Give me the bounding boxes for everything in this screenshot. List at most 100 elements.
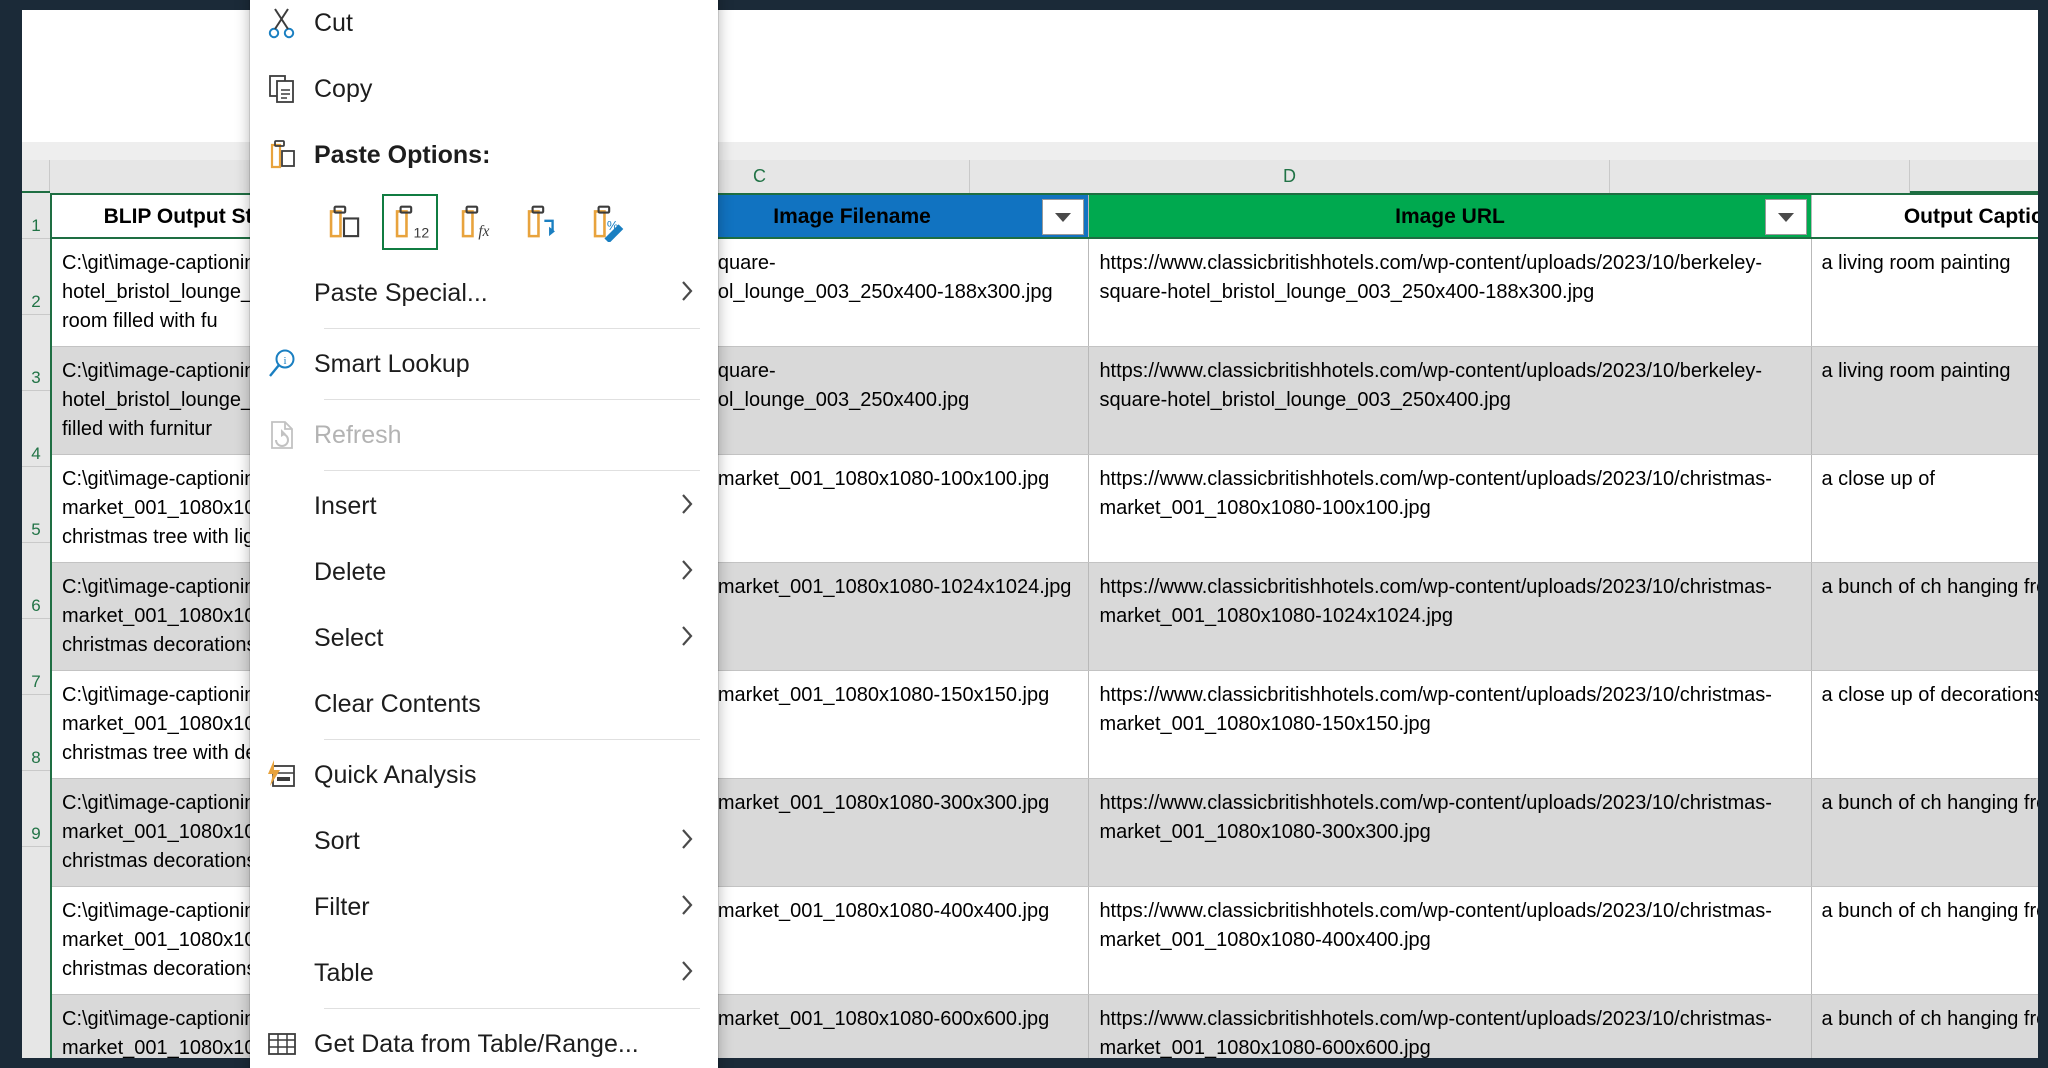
menu-item-label: Filter	[314, 893, 674, 922]
menu-item-delete[interactable]: Delete	[250, 539, 718, 605]
window-right-border	[2038, 0, 2048, 1068]
cell-caption[interactable]: a bunch of ch hanging from	[1811, 887, 2038, 995]
chevron-right-icon	[674, 278, 700, 308]
cell-url[interactable]: https://www.classicbritishhotels.com/wp-…	[1089, 779, 1811, 887]
cell-url[interactable]: https://www.classicbritishhotels.com/wp-…	[1089, 238, 1811, 347]
chevron-right-icon	[674, 958, 700, 988]
cell-caption[interactable]: a close up of decorations	[1811, 671, 2038, 779]
row-number[interactable]: 3	[22, 315, 50, 391]
menu-item-paste-options[interactable]: Paste Options:	[250, 122, 718, 188]
svg-text:fx: fx	[478, 223, 489, 240]
paste-options-row: 123 fx%	[250, 188, 718, 260]
cell-caption[interactable]: a living room painting	[1811, 347, 2038, 455]
row-number[interactable]: 7	[22, 619, 50, 695]
column-header-output-caption[interactable]: Output Caption	[1811, 194, 2038, 238]
menu-item-label: Select	[314, 624, 674, 653]
menu-item-label: Smart Lookup	[314, 350, 700, 379]
svg-text:i: i	[283, 355, 286, 367]
no-icon	[250, 671, 314, 737]
menu-item-table[interactable]: Table	[250, 940, 718, 1006]
menu-item-label: Cut	[314, 9, 700, 38]
menu-item-label: Quick Analysis	[314, 761, 700, 790]
chevron-right-icon	[674, 623, 700, 653]
window-left-border	[0, 0, 22, 1068]
cell-url[interactable]: https://www.classicbritishhotels.com/wp-…	[1089, 995, 1811, 1059]
paste-transpose-icon[interactable]	[514, 194, 570, 250]
filter-dropdown-button-image-url[interactable]	[1765, 199, 1807, 235]
get-data-icon	[250, 1011, 314, 1068]
menu-item-refresh: Refresh	[250, 402, 718, 468]
chevron-right-icon	[674, 826, 700, 856]
menu-item-get-data-from-table-range[interactable]: Get Data from Table/Range...	[250, 1011, 718, 1068]
filter-dropdown-button-image-filename[interactable]	[1042, 199, 1084, 235]
menu-item-smart-lookup[interactable]: i Smart Lookup	[250, 331, 718, 397]
menu-item-clear-contents[interactable]: Clear Contents	[250, 671, 718, 737]
menu-item-paste-special[interactable]: Paste Special...	[250, 260, 718, 326]
no-icon	[250, 260, 314, 326]
row-number[interactable]: 4	[22, 391, 50, 467]
cell-caption[interactable]: a close up of	[1811, 455, 2038, 563]
paste-formatting-icon[interactable]: %	[580, 194, 636, 250]
copy-icon	[250, 56, 314, 122]
menu-item-cut[interactable]: Cut	[250, 0, 718, 56]
row-number[interactable]: 6	[22, 543, 50, 619]
menu-item-label: Delete	[314, 558, 674, 587]
menu-item-quick-analysis[interactable]: Quick Analysis	[250, 742, 718, 808]
menu-separator	[324, 470, 700, 471]
menu-item-label: Sort	[314, 827, 674, 856]
menu-item-label: Paste Options:	[314, 141, 700, 170]
scissors-icon	[250, 0, 314, 56]
row-number[interactable]: 9	[22, 771, 50, 847]
cell-url[interactable]: https://www.classicbritishhotels.com/wp-…	[1089, 347, 1811, 455]
svg-text:123: 123	[414, 224, 430, 240]
row-number[interactable]: 2	[22, 239, 50, 315]
menu-item-label: Get Data from Table/Range...	[314, 1030, 700, 1059]
menu-item-filter[interactable]: Filter	[250, 874, 718, 940]
menu-item-label: Copy	[314, 75, 700, 104]
chevron-right-icon	[674, 557, 700, 587]
column-header-label: Output Caption	[1904, 205, 2038, 228]
context-menu[interactable]: Cut Copy Paste Options: 123 fx% Paste Special…	[250, 0, 718, 1068]
menu-item-sort[interactable]: Sort	[250, 808, 718, 874]
column-letter-header[interactable]: D	[970, 160, 1610, 193]
row-number[interactable]: 8	[22, 695, 50, 771]
no-icon	[250, 940, 314, 1006]
no-icon	[250, 473, 314, 539]
paste-all-icon[interactable]	[316, 194, 372, 250]
cell-url[interactable]: https://www.classicbritishhotels.com/wp-…	[1089, 563, 1811, 671]
paste-formulas-fx-icon[interactable]: fx	[448, 194, 504, 250]
menu-item-label: Paste Special...	[314, 279, 674, 308]
menu-separator	[324, 1008, 700, 1009]
no-icon	[250, 539, 314, 605]
no-icon	[250, 874, 314, 940]
smart-lookup-icon: i	[250, 331, 314, 397]
cell-url[interactable]: https://www.classicbritishhotels.com/wp-…	[1089, 671, 1811, 779]
cell-url[interactable]: https://www.classicbritishhotels.com/wp-…	[1089, 455, 1811, 563]
menu-item-copy[interactable]: Copy	[250, 56, 718, 122]
menu-separator	[324, 739, 700, 740]
clipboard-icon	[250, 122, 314, 188]
column-header-image-url[interactable]: Image URL	[1089, 194, 1811, 238]
select-all-corner[interactable]	[22, 160, 50, 191]
chevron-right-icon	[674, 491, 700, 521]
paste-values-123-icon[interactable]: 123	[382, 194, 438, 250]
chevron-right-icon	[674, 892, 700, 922]
cell-caption[interactable]: a bunch of ch hanging from	[1811, 779, 2038, 887]
menu-item-select[interactable]: Select	[250, 605, 718, 671]
menu-separator	[324, 399, 700, 400]
cell-caption[interactable]: a bunch of ch hanging from	[1811, 995, 2038, 1059]
no-icon	[250, 808, 314, 874]
menu-item-insert[interactable]: Insert	[250, 473, 718, 539]
row-number[interactable]: 1	[22, 193, 50, 239]
no-icon	[250, 605, 314, 671]
refresh-icon	[250, 402, 314, 468]
column-letter-header[interactable]	[1610, 160, 1910, 193]
cell-caption[interactable]: a bunch of ch hanging from	[1811, 563, 2038, 671]
row-number[interactable]: 5	[22, 467, 50, 543]
cell-caption[interactable]: a living room painting	[1811, 238, 2038, 347]
cell-url[interactable]: https://www.classicbritishhotels.com/wp-…	[1089, 887, 1811, 995]
screen-root: CD 123456789 BLIP Output String	[0, 0, 2048, 1068]
menu-item-label: Clear Contents	[314, 690, 700, 719]
quick-analysis-icon	[250, 742, 314, 808]
row-number-gutter: 123456789	[22, 193, 50, 1058]
